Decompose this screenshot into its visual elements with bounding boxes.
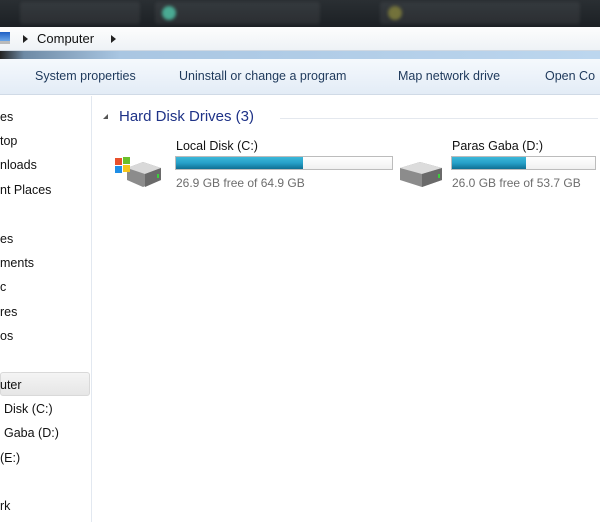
drive-usage-fill (452, 157, 526, 169)
system-properties-button[interactable]: System properties (35, 69, 136, 83)
drive-usage-bar (451, 156, 596, 170)
breadcrumb-computer[interactable]: Computer (37, 31, 94, 46)
navigation-pane: es top nloads nt Places es ments c res o… (0, 96, 92, 522)
command-bar: System properties Uninstall or change a … (0, 59, 600, 95)
sidebar-item-libraries[interactable]: es (0, 232, 13, 246)
chevron-right-icon[interactable] (23, 35, 28, 43)
group-header-hard-disk-drives[interactable]: Hard Disk Drives (3) (119, 108, 254, 125)
sidebar-item-computer[interactable]: uter (0, 378, 22, 392)
taskbar (0, 0, 600, 27)
drive-name: Paras Gaba (D:) (452, 139, 544, 153)
drive-free-space: 26.9 GB free of 64.9 GB (176, 176, 305, 190)
taskbar-button[interactable] (380, 2, 580, 24)
sidebar-item-drive-e[interactable]: (E:) (0, 451, 20, 465)
window-frame (0, 51, 600, 59)
drive-usage-bar (175, 156, 393, 170)
map-network-drive-button[interactable]: Map network drive (398, 69, 500, 83)
hdd-icon (400, 162, 442, 187)
sidebar-item-desktop[interactable]: top (0, 134, 17, 148)
drive-free-space: 26.0 GB free of 53.7 GB (452, 176, 581, 190)
computer-icon (0, 32, 10, 44)
sidebar-item-music[interactable]: c (0, 280, 6, 294)
sidebar-item-local-disk-c[interactable]: Disk (C:) (4, 402, 53, 416)
taskbar-button[interactable] (20, 2, 140, 24)
sidebar-item-downloads[interactable]: nloads (0, 158, 37, 172)
chevron-right-icon[interactable] (111, 35, 116, 43)
collapse-group-icon[interactable] (103, 114, 108, 119)
address-bar[interactable]: Computer (0, 27, 600, 51)
taskbar-button[interactable] (155, 2, 320, 24)
sidebar-item-paras-gaba-d[interactable]: Gaba (D:) (4, 426, 59, 440)
drive-name: Local Disk (C:) (176, 139, 258, 153)
sidebar-item-documents[interactable]: ments (0, 256, 34, 270)
sidebar-item-network[interactable]: rk (0, 499, 10, 513)
sidebar-item-pictures[interactable]: res (0, 305, 17, 319)
drive-usage-fill (176, 157, 303, 169)
open-control-panel-button[interactable]: Open Co (545, 69, 595, 83)
group-divider (280, 118, 598, 119)
sidebar-item-videos[interactable]: os (0, 329, 13, 343)
uninstall-program-button[interactable]: Uninstall or change a program (179, 69, 346, 83)
windows-hdd-icon (115, 157, 161, 187)
sidebar-item-recent-places[interactable]: nt Places (0, 183, 51, 197)
sidebar-item-favorites[interactable]: es (0, 110, 13, 124)
